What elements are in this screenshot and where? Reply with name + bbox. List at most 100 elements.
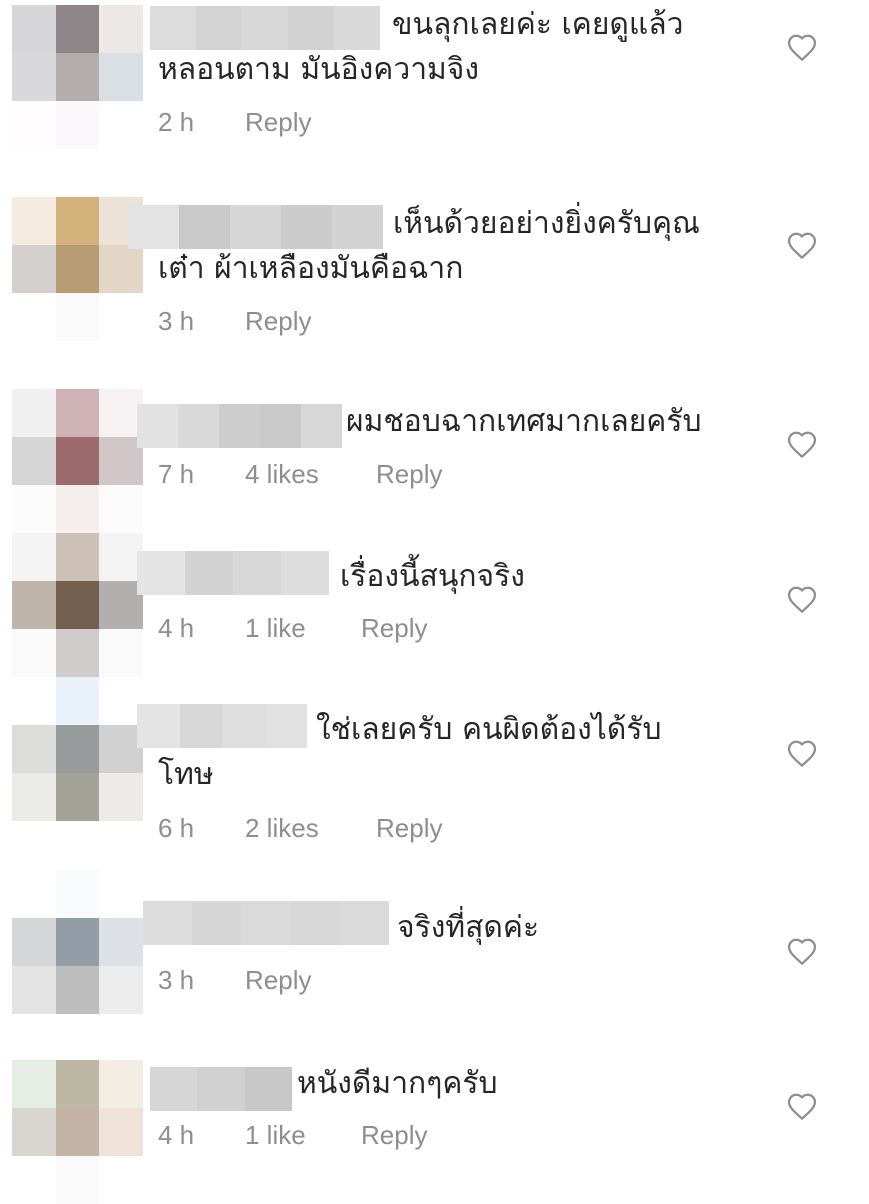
comment-text: จริงที่สุดค่ะ	[397, 910, 540, 945]
like-heart-icon[interactable]	[786, 936, 818, 966]
comment-text: เห็นด้วยอย่างยิ่งครับคุณ	[393, 206, 700, 241]
redacted-username[interactable]	[143, 901, 390, 945]
avatar-pixel	[99, 918, 143, 966]
comment-time: 3 h	[158, 306, 195, 336]
avatar-pixel	[99, 1108, 143, 1156]
comment-text: ใช่เลยครับ คนผิดต้องได้รับ	[316, 712, 662, 747]
reply-button[interactable]: Reply	[376, 811, 442, 845]
comment-time: 6 h	[158, 813, 195, 843]
reply-button[interactable]: Reply	[361, 611, 427, 645]
avatar-pixel	[12, 533, 56, 581]
avatar-pixel	[55, 533, 100, 581]
avatar[interactable]	[12, 677, 143, 821]
avatar-pixel	[99, 1060, 143, 1108]
comment-time: 4 h	[158, 1120, 195, 1150]
comment-text: เรื่องนี้สนุกจริง	[340, 559, 525, 594]
avatar-pixel	[12, 389, 56, 437]
reply-button[interactable]: Reply	[361, 1118, 427, 1152]
avatar-pixel	[99, 5, 143, 53]
avatar-pixel	[99, 870, 143, 918]
avatar-pixel	[99, 245, 143, 293]
avatar-pixel	[99, 773, 143, 821]
like-count[interactable]: 4 likes	[245, 457, 319, 491]
like-heart-icon[interactable]	[786, 429, 818, 459]
redacted-username[interactable]	[150, 6, 380, 50]
redacted-username[interactable]	[128, 205, 383, 249]
avatar-pixel	[55, 1060, 100, 1108]
comment-text: ขนลุกเลยค่ะ เคยดูแล้ว	[392, 7, 684, 42]
avatar[interactable]	[12, 389, 143, 533]
avatar-pixel	[55, 1156, 100, 1204]
avatar-pixel	[55, 773, 100, 821]
avatar-pixel	[99, 629, 143, 677]
reply-button[interactable]: Reply	[245, 963, 311, 997]
avatar[interactable]	[12, 533, 143, 677]
avatar-pixel	[99, 485, 143, 533]
like-heart-icon[interactable]	[786, 230, 818, 260]
avatar-pixel	[12, 245, 56, 293]
avatar-pixel	[12, 629, 56, 677]
redacted-username[interactable]	[150, 1067, 292, 1111]
avatar-pixel	[55, 677, 100, 725]
like-heart-icon[interactable]	[786, 32, 818, 62]
like-count[interactable]: 2 likes	[245, 811, 319, 845]
redacted-username[interactable]	[137, 404, 342, 448]
like-heart-icon[interactable]	[786, 738, 818, 768]
avatar-pixel	[99, 1156, 143, 1204]
avatar-pixel	[12, 293, 56, 341]
comment-time: 4 h	[158, 613, 195, 643]
avatar-pixel	[55, 870, 100, 918]
avatar-pixel	[55, 197, 100, 245]
avatar-pixel	[55, 5, 100, 53]
comment-text-continued: โทษ	[158, 757, 214, 792]
avatar-pixel	[55, 966, 100, 1014]
avatar-pixel	[12, 5, 56, 53]
avatar-pixel	[12, 773, 56, 821]
reply-button[interactable]: Reply	[245, 105, 311, 139]
avatar-pixel	[12, 966, 56, 1014]
avatar-pixel	[99, 53, 143, 101]
avatar-pixel	[12, 53, 56, 101]
avatar-pixel	[12, 197, 56, 245]
avatar-pixel	[12, 1156, 56, 1204]
comment-time: 7 h	[158, 459, 195, 489]
avatar-pixel	[55, 485, 100, 533]
like-heart-icon[interactable]	[786, 1091, 818, 1121]
redacted-username[interactable]	[137, 704, 307, 748]
comment-text: หนังดีมากๆครับ	[297, 1066, 498, 1101]
avatar-pixel	[55, 1108, 100, 1156]
avatar-pixel	[99, 966, 143, 1014]
reply-button[interactable]: Reply	[245, 304, 311, 338]
avatar-pixel	[55, 629, 100, 677]
comment-text: ผมชอบฉากเทศมากเลยครับ	[346, 404, 702, 439]
avatar-pixel	[55, 101, 100, 149]
avatar-pixel	[12, 725, 56, 773]
avatar-pixel	[99, 101, 143, 149]
avatar-pixel	[12, 1108, 56, 1156]
avatar-pixel	[12, 870, 56, 918]
comment-time: 3 h	[158, 965, 195, 995]
redacted-username[interactable]	[137, 551, 329, 595]
avatar-pixel	[12, 677, 56, 725]
avatar-pixel	[99, 293, 143, 341]
comment-text-continued: เต๋า ผ้าเหลืองมันคือฉาก	[158, 251, 464, 286]
like-heart-icon[interactable]	[786, 584, 818, 614]
avatar-pixel	[12, 437, 56, 485]
like-count[interactable]: 1 like	[245, 611, 306, 645]
avatar[interactable]	[12, 5, 143, 149]
avatar-pixel	[12, 1060, 56, 1108]
avatar-pixel	[12, 101, 56, 149]
avatar[interactable]	[12, 1060, 143, 1204]
avatar-pixel	[12, 581, 56, 629]
avatar-pixel	[12, 485, 56, 533]
avatar-pixel	[55, 293, 100, 341]
avatar-pixel	[12, 918, 56, 966]
comment-time: 2 h	[158, 107, 195, 137]
like-count[interactable]: 1 like	[245, 1118, 306, 1152]
comment-text-continued: หลอนตาม มันอิงความจิง	[158, 52, 480, 87]
reply-button[interactable]: Reply	[376, 457, 442, 491]
avatar[interactable]	[12, 870, 143, 1014]
avatar-pixel	[55, 53, 100, 101]
avatar[interactable]	[12, 197, 143, 341]
avatar-pixel	[55, 725, 100, 773]
